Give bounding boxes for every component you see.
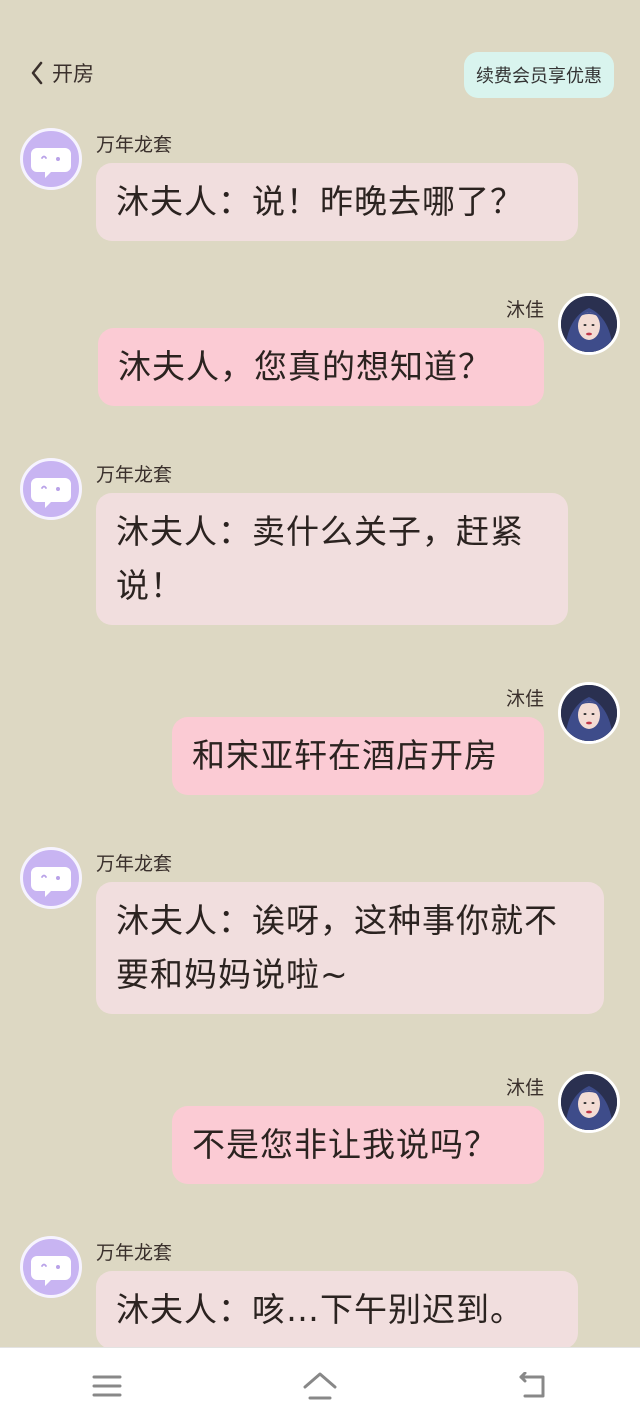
sender-name: 万年龙套 [96, 464, 173, 486]
menu-button[interactable] [77, 1361, 137, 1411]
chat-bubble-face-icon [31, 148, 71, 178]
sender-name: 沐佳 [505, 688, 544, 710]
sender-name: 沐佳 [505, 299, 544, 321]
chat-bubble-face-icon [31, 867, 71, 897]
vip-renew-button[interactable]: 续费会员享优惠 [464, 52, 614, 98]
chat-title: 开房 [52, 62, 94, 86]
bot-avatar[interactable] [20, 128, 82, 190]
bot-avatar[interactable] [20, 458, 82, 520]
message-bubble[interactable]: 沐夫人：卖什么关子，赶紧说！ [96, 493, 568, 625]
user-avatar[interactable] [558, 1071, 620, 1133]
message-bubble[interactable]: 和宋亚轩在酒店开房 [172, 717, 544, 795]
message-bubble[interactable]: 沐夫人：说！昨晚去哪了？ [96, 163, 578, 241]
message-bubble[interactable]: 沐夫人：咳…下午别迟到。 [96, 1271, 578, 1349]
user-portrait-icon [561, 685, 617, 741]
home-button[interactable] [290, 1361, 350, 1411]
message-bubble[interactable]: 沐夫人，您真的想知道？ [98, 328, 544, 406]
home-icon [303, 1372, 337, 1399]
sender-name: 万年龙套 [96, 853, 173, 875]
bot-avatar[interactable] [20, 1236, 82, 1298]
menu-icon [92, 1375, 122, 1396]
chat-header: 开房 续费会员享优惠 [0, 0, 640, 110]
sender-name: 沐佳 [505, 1077, 544, 1099]
system-navigation-bar [0, 1347, 640, 1423]
sender-name: 万年龙套 [96, 1242, 173, 1264]
user-portrait-icon [561, 1074, 617, 1130]
back-nav-button[interactable] [503, 1361, 563, 1411]
chevron-left-icon [31, 61, 43, 85]
chat-bubble-face-icon [31, 478, 71, 508]
user-avatar[interactable] [558, 293, 620, 355]
bot-avatar[interactable] [20, 847, 82, 909]
back-icon [519, 1371, 545, 1397]
chat-bubble-face-icon [31, 1256, 71, 1286]
message-bubble[interactable]: 沐夫人：诶呀，这种事你就不要和妈妈说啦~ [96, 882, 604, 1014]
sender-name: 万年龙套 [96, 134, 173, 156]
user-portrait-icon [561, 296, 617, 352]
back-button[interactable]: 开房 [30, 58, 94, 88]
user-avatar[interactable] [558, 682, 620, 744]
message-bubble[interactable]: 不是您非让我说吗？ [172, 1106, 544, 1184]
